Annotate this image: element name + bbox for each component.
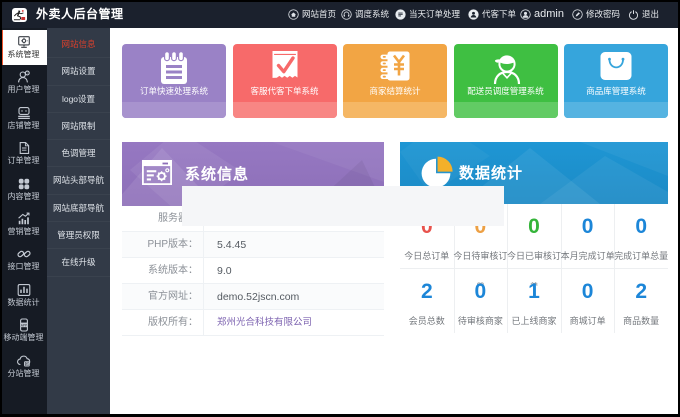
svg-text:APP: APP [20,323,26,327]
